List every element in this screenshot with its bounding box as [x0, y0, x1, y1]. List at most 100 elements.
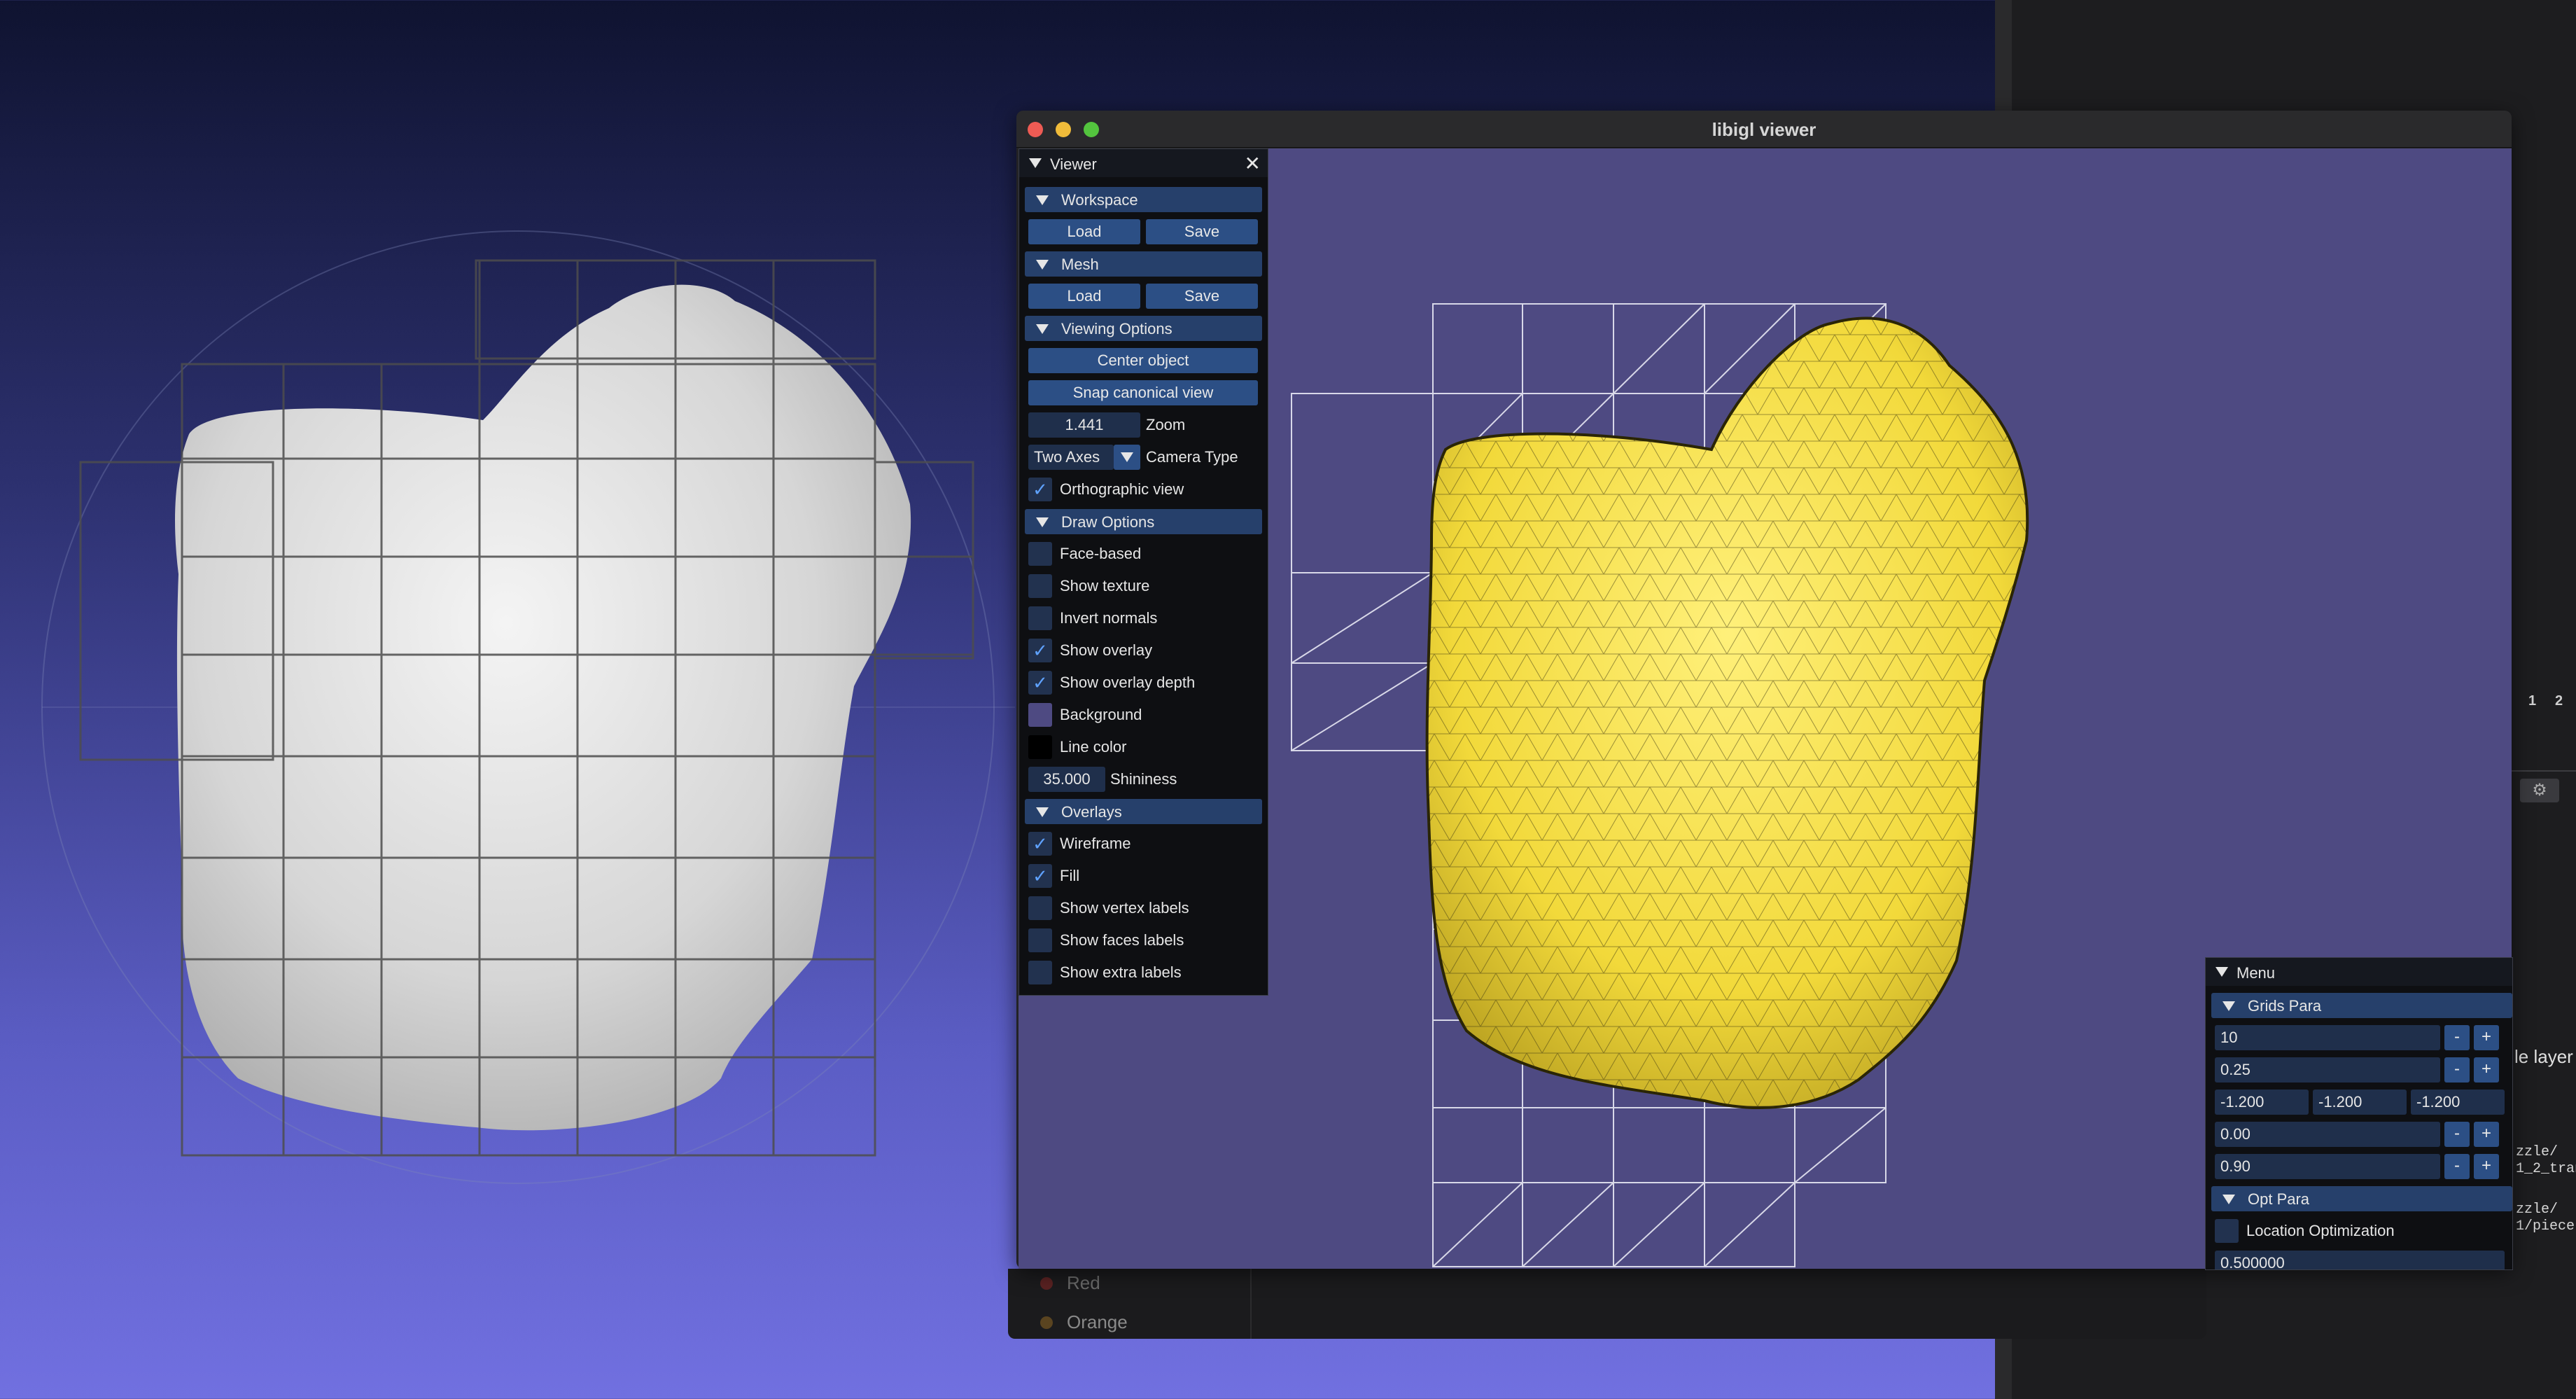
- faces-labels-checkbox[interactable]: ✓: [1028, 928, 1052, 952]
- camera-type-label: Camera Type: [1146, 448, 1238, 466]
- camera-type-select[interactable]: Two Axes: [1028, 445, 1114, 470]
- collapse-triangle-icon: [2222, 1001, 2235, 1011]
- location-optimization-checkbox[interactable]: ✓: [2215, 1219, 2239, 1243]
- viewing-options-header[interactable]: Viewing Options: [1025, 316, 1262, 341]
- menu-title-text: Menu: [2236, 964, 2276, 982]
- background-color-swatch[interactable]: [1028, 703, 1052, 727]
- invert-normals-label: Invert normals: [1060, 609, 1158, 627]
- zoom-input[interactable]: 1.441: [1028, 412, 1140, 438]
- zoom-label: Zoom: [1146, 416, 1186, 433]
- orthographic-label: Orthographic view: [1060, 480, 1184, 498]
- collapse-triangle-icon: [1036, 517, 1049, 527]
- param-5-input[interactable]: 0.90: [2215, 1154, 2440, 1179]
- viewer-panel-title[interactable]: Viewer ✕: [1019, 149, 1268, 177]
- workspace-header[interactable]: Workspace: [1025, 187, 1262, 212]
- increment-button[interactable]: +: [2474, 1154, 2499, 1179]
- dropdown-arrow-icon[interactable]: [1114, 445, 1140, 470]
- collapse-triangle-icon[interactable]: [1029, 158, 1042, 168]
- divider: [2512, 770, 2576, 772]
- layer-number-2[interactable]: 2: [2555, 693, 2563, 709]
- show-overlay-depth-label: Show overlay depth: [1060, 674, 1196, 691]
- viewing-options-label: Viewing Options: [1061, 320, 1172, 337]
- wireframe-checkbox[interactable]: ✓: [1028, 832, 1052, 856]
- grids-para-label: Grids Para: [2248, 997, 2322, 1015]
- viewer-title-text: Viewer: [1050, 155, 1097, 173]
- center-object-button[interactable]: Center object: [1028, 348, 1258, 373]
- opt-value-input[interactable]: 0.500000: [2215, 1251, 2505, 1269]
- overlays-header[interactable]: Overlays: [1025, 799, 1262, 824]
- overlays-label: Overlays: [1061, 803, 1122, 821]
- decrement-button[interactable]: -: [2444, 1025, 2470, 1050]
- increment-button[interactable]: +: [2474, 1025, 2499, 1050]
- extra-labels-checkbox[interactable]: ✓: [1028, 961, 1052, 984]
- mesh-header-label: Mesh: [1061, 256, 1099, 273]
- layer-label: le layer: [2514, 1046, 2573, 1067]
- collapse-triangle-icon: [1036, 807, 1049, 817]
- layer-list-panel: [1008, 1269, 2206, 1339]
- opt-para-header[interactable]: Opt Para: [2211, 1186, 2512, 1211]
- line-color-swatch[interactable]: [1028, 735, 1052, 759]
- decrement-button[interactable]: -: [2444, 1154, 2470, 1179]
- origin-x-input[interactable]: -1.200: [2215, 1090, 2309, 1115]
- wireframe-label: Wireframe: [1060, 835, 1131, 852]
- face-based-label: Face-based: [1060, 545, 1142, 562]
- vertex-labels-checkbox[interactable]: ✓: [1028, 896, 1052, 920]
- draw-options-header[interactable]: Draw Options: [1025, 509, 1262, 534]
- list-item-orange[interactable]: Orange: [1067, 1311, 1128, 1333]
- fill-checkbox[interactable]: ✓: [1028, 864, 1052, 888]
- titlebar: libigl viewer: [1016, 111, 2512, 148]
- settings-gear-icon[interactable]: ⚙: [2520, 779, 2559, 802]
- list-item-red[interactable]: Red: [1067, 1272, 1100, 1294]
- divider: [1250, 1269, 1252, 1339]
- invert-normals-checkbox[interactable]: ✓: [1028, 606, 1052, 630]
- extra-labels-label: Show extra labels: [1060, 963, 1182, 981]
- mesh-save-button[interactable]: Save: [1146, 284, 1258, 309]
- menu-panel-title[interactable]: Menu: [2206, 958, 2512, 986]
- origin-y-input[interactable]: -1.200: [2313, 1090, 2407, 1115]
- increment-button[interactable]: +: [2474, 1122, 2499, 1147]
- show-overlay-checkbox[interactable]: ✓: [1028, 639, 1052, 662]
- collapse-triangle-icon: [1036, 195, 1049, 205]
- increment-button[interactable]: +: [2474, 1057, 2499, 1083]
- layer-number-1[interactable]: 1: [2528, 693, 2536, 709]
- collapse-triangle-icon: [1036, 324, 1049, 334]
- file-path-2: zzle/ 1/piece: [2516, 1202, 2575, 1234]
- viewer-panel: Viewer ✕ Workspace Load Save Mesh Load S…: [1018, 148, 1268, 996]
- mesh-header[interactable]: Mesh: [1025, 251, 1262, 277]
- workspace-save-button[interactable]: Save: [1146, 219, 1258, 244]
- face-based-checkbox[interactable]: ✓: [1028, 542, 1052, 566]
- close-icon[interactable]: ✕: [1245, 152, 1261, 175]
- workspace-header-label: Workspace: [1061, 191, 1138, 209]
- snap-canonical-view-button[interactable]: Snap canonical view: [1028, 380, 1258, 405]
- shininess-input[interactable]: 35.000: [1028, 767, 1105, 792]
- opt-para-label: Opt Para: [2248, 1190, 2310, 1208]
- left-3d-view[interactable]: [0, 0, 1036, 1399]
- faces-labels-label: Show faces labels: [1060, 931, 1184, 949]
- decrement-button[interactable]: -: [2444, 1057, 2470, 1083]
- grids-count-input[interactable]: 10: [2215, 1025, 2440, 1050]
- location-optimization-label: Location Optimization: [2246, 1222, 2395, 1239]
- fill-label: Fill: [1060, 867, 1080, 884]
- line-color-label: Line color: [1060, 738, 1127, 756]
- orange-dot-icon: [1040, 1316, 1053, 1329]
- param-4-input[interactable]: 0.00: [2215, 1122, 2440, 1147]
- show-overlay-depth-checkbox[interactable]: ✓: [1028, 671, 1052, 695]
- mesh-load-button[interactable]: Load: [1028, 284, 1140, 309]
- collapse-triangle-icon[interactable]: [2216, 967, 2228, 977]
- decrement-button[interactable]: -: [2444, 1122, 2470, 1147]
- show-texture-checkbox[interactable]: ✓: [1028, 574, 1052, 598]
- window-title: libigl viewer: [1712, 119, 1816, 140]
- file-path-1: zzle/ 1_2_tran: [2516, 1144, 2576, 1177]
- collapse-triangle-icon: [2222, 1195, 2235, 1204]
- show-texture-label: Show texture: [1060, 577, 1150, 594]
- shininess-label: Shininess: [1110, 770, 1177, 788]
- workspace-load-button[interactable]: Load: [1028, 219, 1140, 244]
- show-overlay-label: Show overlay: [1060, 641, 1153, 659]
- draw-options-label: Draw Options: [1061, 513, 1155, 531]
- vertex-labels-label: Show vertex labels: [1060, 899, 1189, 917]
- red-dot-icon: [1040, 1277, 1053, 1290]
- orthographic-checkbox[interactable]: ✓: [1028, 478, 1052, 501]
- grids-para-header[interactable]: Grids Para: [2211, 993, 2512, 1018]
- grid-size-input[interactable]: 0.25: [2215, 1057, 2440, 1083]
- origin-z-input[interactable]: -1.200: [2411, 1090, 2505, 1115]
